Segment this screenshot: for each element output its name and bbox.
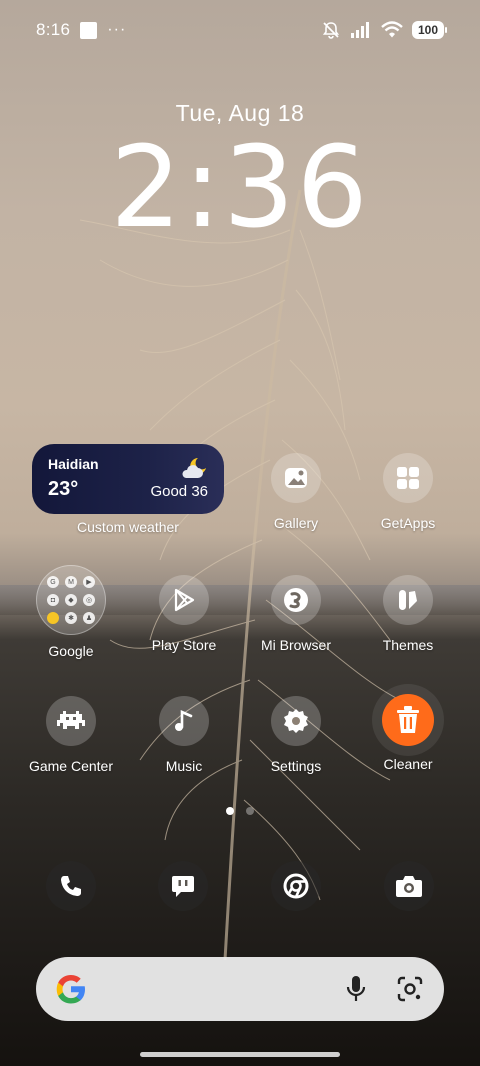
messages-icon[interactable] <box>158 861 208 911</box>
getapps-icon <box>383 453 433 503</box>
app-label: Google <box>48 643 94 659</box>
youtube-mini-icon: ▶ <box>83 576 95 588</box>
more-notifications-icon: ··· <box>107 21 127 38</box>
mi-browser-icon <box>271 575 321 625</box>
photos-mini-icon: ✱ <box>65 612 77 624</box>
app-mi-browser[interactable]: Mi Browser <box>240 575 352 653</box>
google-logo-icon <box>56 975 85 1004</box>
app-cleaner[interactable]: Cleaner <box>352 694 464 772</box>
app-game-center[interactable]: Game Center <box>15 696 127 774</box>
gmail-mini-icon: G <box>47 576 59 588</box>
settings-gear-icon <box>271 696 321 746</box>
folder-google[interactable]: G M ▶ ◘ ◆ ◎ ✱ ♟ Google <box>15 565 127 659</box>
app-themes[interactable]: Themes <box>352 575 464 653</box>
play-store-icon <box>159 575 209 625</box>
camera-icon[interactable] <box>384 861 434 911</box>
weather-air-quality: Good 36 <box>150 483 208 500</box>
app-label: Themes <box>382 637 434 653</box>
mute-icon <box>322 22 340 39</box>
assistant-mini-icon: ♟ <box>83 612 95 624</box>
app-label: Play Store <box>151 637 217 653</box>
phone-icon[interactable] <box>46 861 96 911</box>
lens-icon[interactable] <box>394 973 426 1005</box>
chrome-icon[interactable] <box>271 861 321 911</box>
partly-cloudy-night-icon <box>182 458 206 478</box>
app-getapps[interactable]: GetApps <box>352 453 464 531</box>
app-gallery[interactable]: Gallery <box>240 453 352 531</box>
app-label: Mi Browser <box>260 637 331 653</box>
app-label: Cleaner <box>383 756 433 772</box>
game-center-icon <box>46 696 96 746</box>
home-gesture-bar[interactable] <box>140 1052 340 1057</box>
app-label: Music <box>165 758 203 774</box>
google-folder-icon: G M ▶ ◘ ◆ ◎ ✱ ♟ <box>36 565 106 635</box>
wifi-icon <box>381 21 403 38</box>
keep-mini-icon <box>47 612 59 624</box>
lockscreen-clock[interactable]: 2:36 <box>0 132 480 244</box>
status-right: 100 <box>321 20 447 40</box>
gallery-icon <box>271 453 321 503</box>
app-label: GetApps <box>380 515 436 531</box>
page-indicator <box>0 807 480 815</box>
music-icon <box>159 696 209 746</box>
app-label: Settings <box>270 758 322 774</box>
app-music[interactable]: Music <box>128 696 240 774</box>
status-time: 8:16 <box>36 20 71 39</box>
signal-icon <box>351 22 369 38</box>
drive-mini-icon: ◘ <box>47 594 59 606</box>
weather-widget-label: Custom weather <box>77 519 179 535</box>
page-dot[interactable] <box>246 807 254 815</box>
status-bar: 8:16 ··· 100 <box>0 0 480 60</box>
themes-icon <box>383 575 433 625</box>
page-dot-active[interactable] <box>226 807 234 815</box>
weather-widget[interactable]: Haidian 23° Good 36 <box>32 444 224 514</box>
maps-mini-icon: ◆ <box>65 594 77 606</box>
trash-icon <box>382 694 434 746</box>
google-search-bar[interactable] <box>36 957 444 1021</box>
status-left: 8:16 ··· <box>36 20 126 40</box>
battery-icon: 100 <box>412 21 447 39</box>
app-play-store[interactable]: Play Store <box>128 575 240 653</box>
notification-square-icon <box>80 21 98 39</box>
app-label: Game Center <box>28 758 114 774</box>
gmail-mini-icon: M <box>65 576 77 588</box>
microphone-icon[interactable] <box>340 973 372 1005</box>
app-label: Gallery <box>273 515 319 531</box>
meet-mini-icon: ◎ <box>83 594 95 606</box>
app-settings[interactable]: Settings <box>240 696 352 774</box>
